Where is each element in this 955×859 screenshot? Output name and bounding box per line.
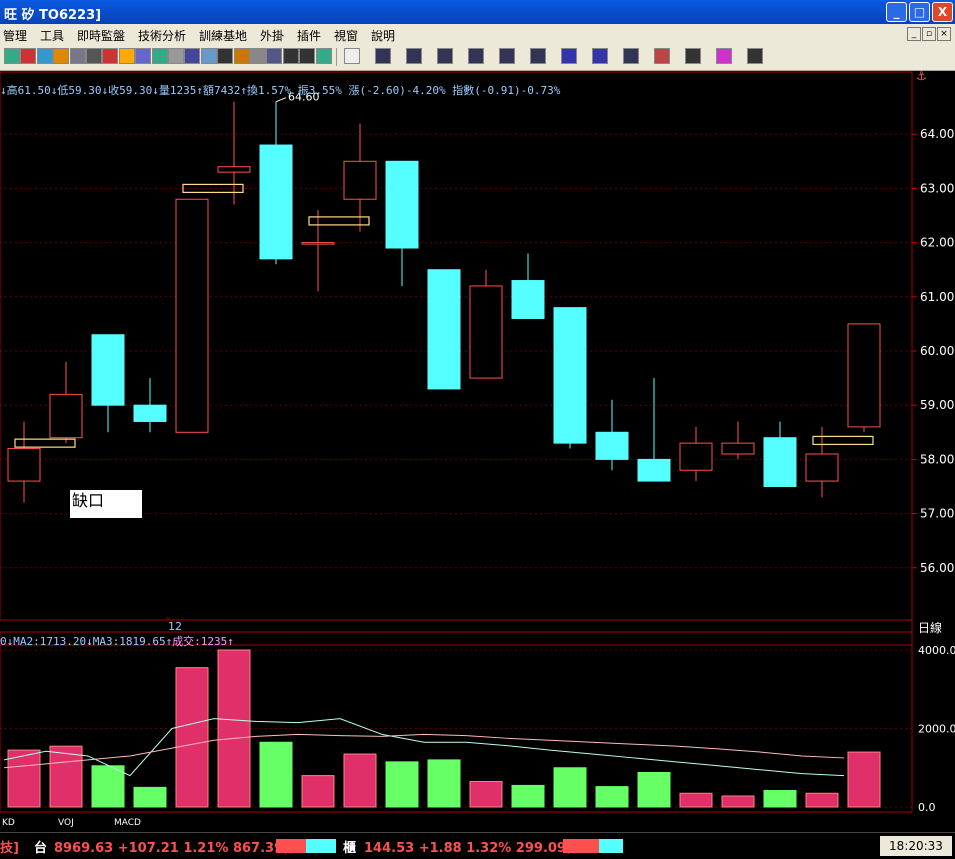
volume-tick-label: 4000.0	[918, 644, 955, 657]
tab-kd[interactable]: KD	[2, 818, 15, 828]
tai-value: 8969.63 +107.21 1.21% 867.39億	[54, 841, 297, 856]
volume-bar	[427, 759, 461, 808]
ma2-line	[3, 718, 845, 777]
volume-bar	[595, 786, 629, 808]
volume-value: 成交:1235↑	[172, 635, 234, 648]
candlestick-series	[7, 101, 881, 503]
price-tick-label: 56.00	[920, 561, 954, 575]
otc-value: 144.53 +1.88 1.32% 299.09億	[364, 841, 579, 856]
volume-tick-label: 2000.0	[918, 723, 955, 736]
date-tick-label: 12	[168, 620, 182, 633]
price-tick-label: 62.00	[920, 236, 954, 250]
candle-body	[175, 198, 209, 433]
anchor-icon: ⚓	[916, 69, 927, 83]
volume-bar	[133, 786, 167, 808]
price-tick-label: 57.00	[920, 507, 954, 521]
chart-area: 56.00 57.00 58.00 59.00 60.00 61.00 62.00 63.00…	[0, 69, 955, 814]
candle-body	[427, 269, 461, 390]
period-label[interactable]: 日線	[918, 619, 942, 636]
volume-tick-label: 0.0	[918, 801, 936, 814]
volume-bar	[91, 765, 125, 808]
candle-body	[301, 242, 335, 245]
volume-bar	[259, 741, 293, 808]
candle-body	[511, 280, 545, 319]
candle-body	[469, 285, 503, 379]
volume-bar	[343, 753, 377, 808]
volume-bar	[301, 775, 335, 808]
candle-body	[595, 431, 629, 460]
volume-bar	[805, 792, 839, 808]
volume-bar	[679, 792, 713, 808]
candle-body	[721, 442, 755, 455]
price-tick-label: 60.00	[920, 344, 954, 358]
candle-body	[847, 323, 881, 428]
tai-label: 台	[34, 841, 48, 856]
tai-mini-bar	[276, 839, 336, 853]
candle-body	[91, 334, 125, 406]
candle-body	[133, 404, 167, 422]
gap-label: 缺口	[70, 490, 142, 518]
tab-voj[interactable]: VOJ	[58, 818, 74, 828]
candle-body	[385, 160, 419, 249]
candle-body	[343, 160, 377, 200]
ma-lines	[3, 718, 845, 777]
candle-body	[217, 166, 251, 173]
status-bar: 技] 台 8969.63 +107.21 1.21% 867.39億 櫃 144…	[0, 832, 955, 859]
candle-body	[637, 458, 671, 482]
price-tick-label: 63.00	[920, 181, 954, 195]
volume-line: 0↓MA2:1713.20↓MA3:1819.65↑成交:1235↑	[0, 633, 234, 649]
volume-bar	[511, 784, 545, 808]
candle-body	[763, 437, 797, 487]
high-label-leader	[275, 97, 287, 103]
volume-bar	[763, 790, 797, 808]
otc-mini-bar	[563, 839, 623, 853]
volume-bar	[847, 751, 881, 808]
volume-bar	[175, 667, 209, 808]
quote-line: ↓高61.50↓低59.30↓收59.30↓量1235↑額7432↑換1.57%…	[0, 84, 561, 97]
candle-body	[679, 442, 713, 471]
status-left: 技]	[0, 841, 19, 856]
volume-bar	[721, 795, 755, 808]
price-tick-label: 64.00	[920, 127, 954, 141]
candle-body	[49, 393, 83, 439]
candle-body	[7, 448, 41, 482]
ma-values: 0↓MA2:1713.20↓MA3:1819.65↑	[0, 635, 173, 648]
volume-bar	[385, 761, 419, 808]
price-tick-label: 58.00	[920, 452, 954, 466]
otc-label: 櫃	[343, 841, 357, 856]
volume-bar	[469, 780, 503, 808]
tab-macd[interactable]: MACD	[114, 818, 141, 828]
price-tick-label: 59.00	[920, 398, 954, 412]
volume-bar	[49, 745, 83, 808]
volume-series	[7, 649, 881, 808]
candle-body	[553, 307, 587, 444]
volume-bar	[637, 771, 671, 808]
price-tick-label: 61.00	[920, 290, 954, 304]
clock: 18:20:33	[880, 836, 952, 856]
candle-body	[259, 144, 293, 260]
volume-bar	[7, 749, 41, 808]
ma3-line	[3, 733, 845, 769]
volume-bar	[217, 649, 251, 808]
volume-bar	[553, 767, 587, 808]
candle-body	[805, 453, 839, 482]
